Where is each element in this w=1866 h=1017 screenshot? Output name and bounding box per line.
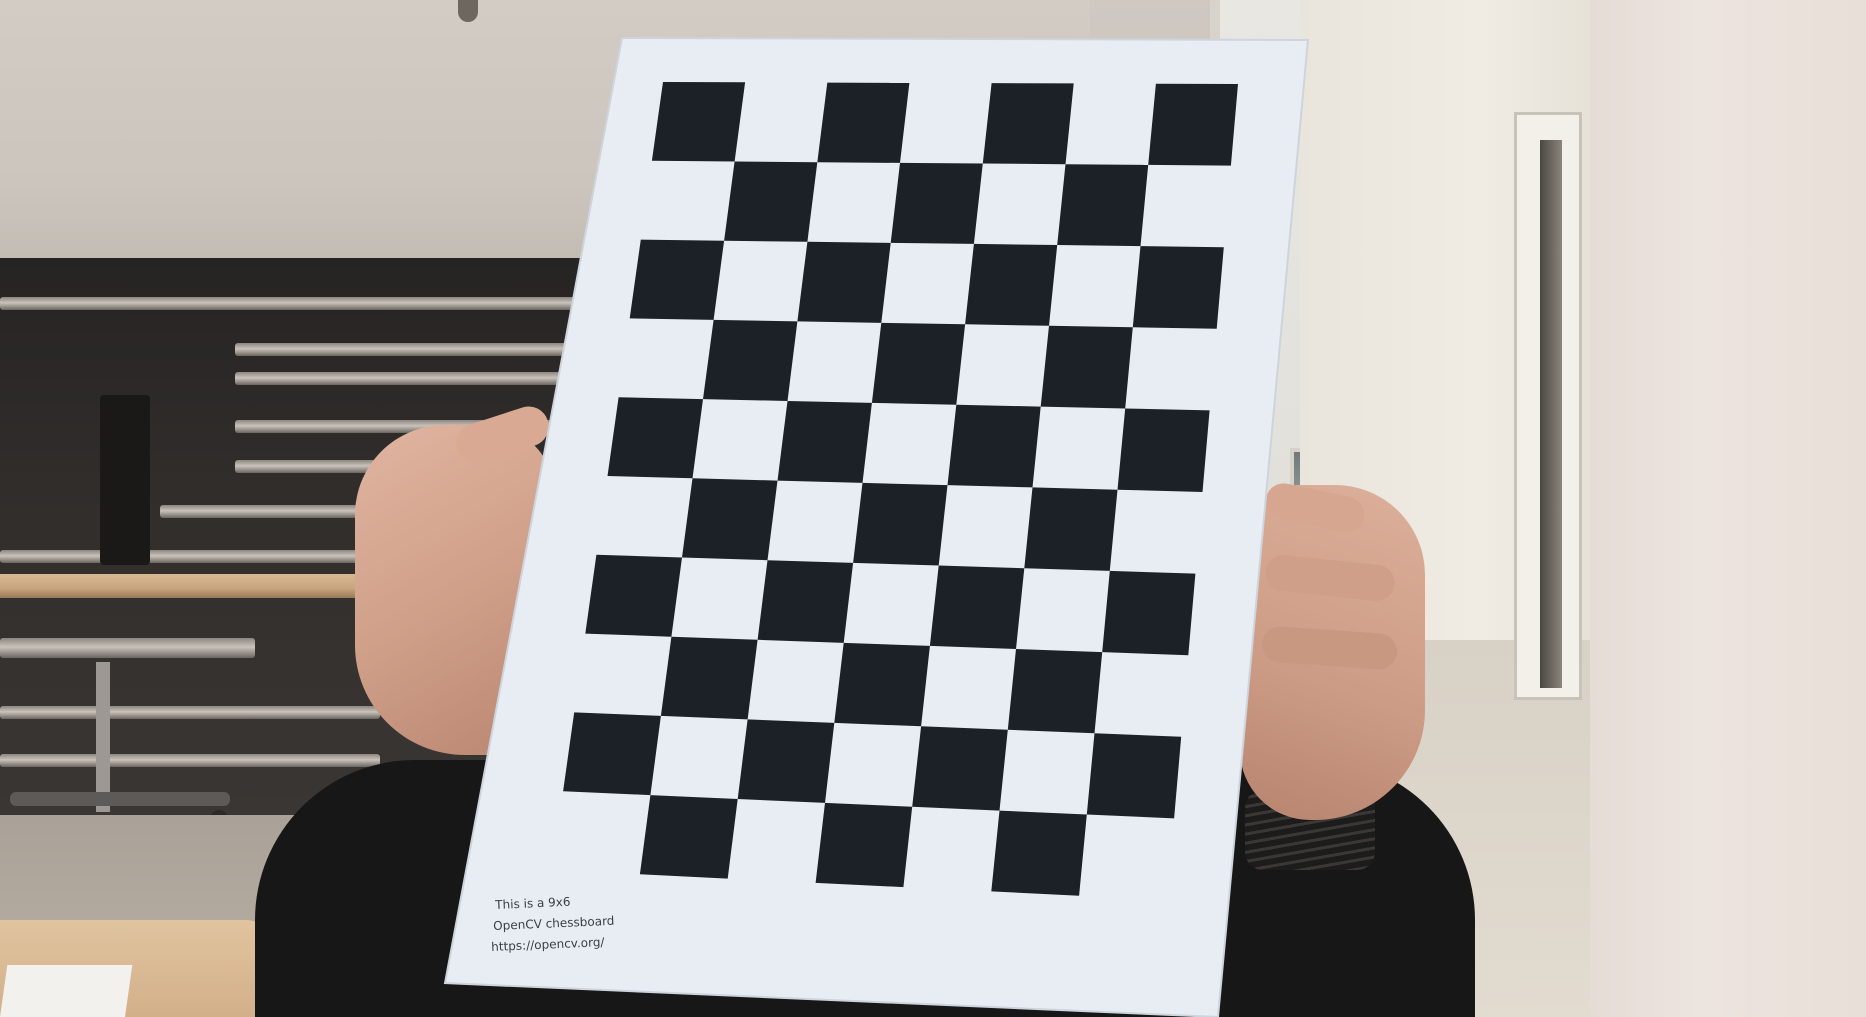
chessboard-square <box>890 162 983 244</box>
chessboard-square <box>834 642 930 727</box>
chessboard-square <box>817 82 910 163</box>
chessboard-square <box>639 795 738 879</box>
chessboard-square <box>853 482 948 566</box>
chessboard-square <box>1132 246 1224 329</box>
chessboard-square <box>585 554 682 637</box>
chessboard-square <box>777 401 872 483</box>
chessboard-square <box>607 397 703 479</box>
chessboard-square <box>682 478 778 561</box>
chessboard-square <box>1086 733 1182 819</box>
photo-scene: This is a 9x6 OpenCV chessboard https://… <box>0 0 1866 1017</box>
chessboard-square <box>1040 325 1133 409</box>
chessboard-sheet <box>443 36 1310 1017</box>
chessboard-square <box>1102 570 1196 656</box>
chessboard-square <box>724 161 818 242</box>
chessboard-square <box>1057 164 1149 247</box>
chessboard-square <box>982 83 1074 165</box>
chessboard-square <box>871 322 966 405</box>
chessboard-square <box>629 239 725 320</box>
chessboard-square <box>965 243 1058 326</box>
chessboard-square <box>991 810 1087 896</box>
chessboard-square <box>947 404 1041 488</box>
chessboard-square <box>929 565 1025 649</box>
chessboard-square <box>1148 83 1238 166</box>
chessboard-square <box>1007 649 1103 734</box>
chessboard-square <box>757 560 854 643</box>
chessboard-square <box>912 726 1008 811</box>
chessboard-square <box>797 241 891 323</box>
chessboard-square <box>563 712 661 796</box>
chessboard-square <box>660 636 758 720</box>
chessboard-square <box>815 802 913 888</box>
chessboard-square <box>703 319 798 401</box>
chessboard-square <box>1117 408 1210 492</box>
chessboard-square <box>651 82 746 162</box>
chessboard-square <box>1024 487 1118 571</box>
chessboard-square <box>737 719 835 803</box>
